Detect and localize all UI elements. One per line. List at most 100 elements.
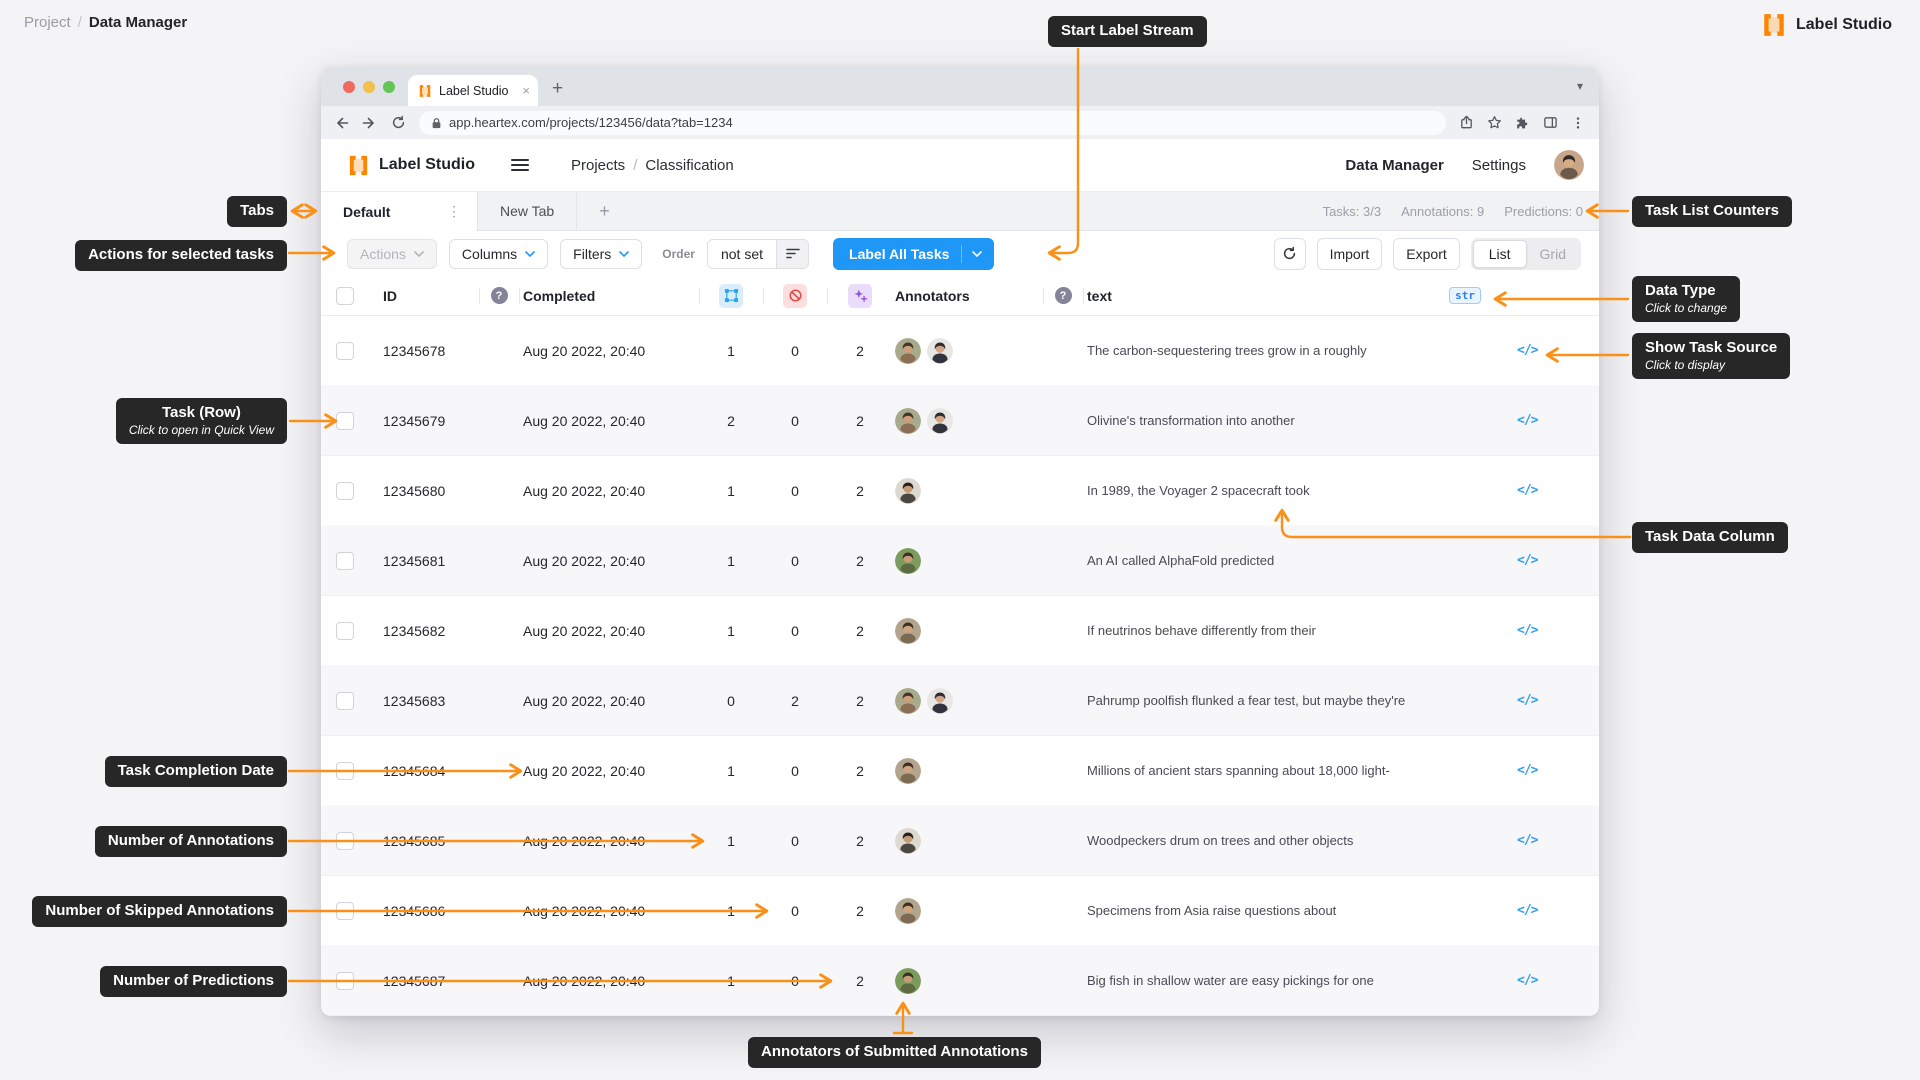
list-view-button[interactable]: List [1472, 239, 1527, 268]
row-checkbox[interactable] [336, 621, 354, 640]
browser-tab[interactable]: Label Studio × [408, 75, 538, 106]
annotator-avatar[interactable] [895, 897, 921, 924]
annotator-avatar[interactable] [895, 337, 921, 364]
annotators-help-icon[interactable]: ? [1054, 287, 1072, 304]
close-window-button[interactable] [343, 81, 355, 93]
show-task-source-icon[interactable]: </> [1517, 413, 1539, 428]
actions-dropdown[interactable]: Actions [347, 238, 437, 269]
show-task-source-icon[interactable]: </> [1517, 553, 1539, 568]
extensions-puzzle-icon[interactable] [1515, 115, 1530, 130]
data-type-badge[interactable]: str [1449, 287, 1481, 304]
side-panel-icon[interactable] [1543, 115, 1558, 130]
annotations-column-icon[interactable] [719, 283, 743, 308]
forward-icon[interactable] [362, 115, 378, 131]
annotator-avatar[interactable] [895, 757, 921, 784]
header-id[interactable]: ID [369, 276, 479, 315]
hamburger-menu-icon[interactable] [511, 158, 529, 172]
export-button[interactable]: Export [1393, 237, 1460, 270]
show-task-source-icon[interactable]: </> [1517, 343, 1539, 358]
table-row[interactable]: 12345687 Aug 20 2022, 20:40 1 0 2 Big fi… [321, 946, 1599, 1016]
back-icon[interactable] [333, 115, 349, 131]
import-button[interactable]: Import [1316, 237, 1383, 270]
row-checkbox[interactable] [336, 341, 354, 360]
columns-dropdown[interactable]: Columns [448, 238, 549, 269]
annotator-avatar[interactable] [927, 337, 953, 364]
show-task-source-icon[interactable]: </> [1517, 973, 1539, 988]
annotator-avatar[interactable] [895, 477, 921, 504]
row-checkbox[interactable] [336, 831, 354, 850]
order-label: Order [662, 246, 695, 261]
zoom-window-button[interactable] [383, 81, 395, 93]
annotator-avatar[interactable] [895, 687, 921, 714]
tab-search-chevron-icon[interactable]: ▾ [1577, 79, 1583, 93]
table-row[interactable]: 12345681 Aug 20 2022, 20:40 1 0 2 An AI … [321, 526, 1599, 596]
row-checkbox[interactable] [336, 901, 354, 920]
browser-menu-kebab-icon[interactable] [1571, 116, 1585, 130]
share-icon[interactable] [1459, 115, 1474, 130]
tab-options-kebab-icon[interactable]: ⋮ [447, 203, 461, 220]
data-manager-link[interactable]: Data Manager [1345, 157, 1443, 174]
table-row[interactable]: 12345684 Aug 20 2022, 20:40 1 0 2 Millio… [321, 736, 1599, 806]
bookmark-star-icon[interactable] [1487, 115, 1502, 130]
label-all-tasks-button[interactable]: Label All Tasks [833, 237, 995, 270]
show-task-source-icon[interactable]: </> [1517, 833, 1539, 848]
header-annotators[interactable]: Annotators [893, 276, 1043, 315]
breadcrumb-project[interactable]: Project [24, 14, 71, 31]
add-tab-icon[interactable]: + [577, 192, 632, 230]
table-row[interactable]: 12345686 Aug 20 2022, 20:40 1 0 2 Specim… [321, 876, 1599, 946]
filters-dropdown[interactable]: Filters [560, 238, 643, 269]
table-row[interactable]: 12345678 Aug 20 2022, 20:40 1 0 2 The ca… [321, 316, 1599, 386]
tab-default[interactable]: Default ⋮ [321, 192, 478, 231]
annotator-avatar[interactable] [895, 547, 921, 574]
annotator-avatar[interactable] [927, 407, 953, 434]
row-checkbox[interactable] [336, 761, 354, 780]
app-logo-icon[interactable] [347, 154, 370, 177]
row-checkbox[interactable] [336, 691, 354, 710]
annotators-cell [893, 897, 1043, 924]
table-row[interactable]: 12345682 Aug 20 2022, 20:40 1 0 2 If neu… [321, 596, 1599, 666]
tab-new-tab[interactable]: New Tab [478, 192, 578, 230]
new-tab-icon[interactable]: + [552, 79, 563, 98]
skipped-column-icon[interactable] [783, 283, 807, 308]
grid-view-button[interactable]: Grid [1527, 246, 1579, 262]
table-row[interactable]: 12345680 Aug 20 2022, 20:40 1 0 2 In 198… [321, 456, 1599, 526]
close-tab-icon[interactable]: × [522, 83, 530, 98]
annotator-avatar[interactable] [895, 967, 921, 994]
row-checkbox[interactable] [336, 971, 354, 990]
settings-link[interactable]: Settings [1472, 157, 1526, 174]
annotators-cell [893, 687, 1043, 714]
show-task-source-icon[interactable]: </> [1517, 763, 1539, 778]
table-row[interactable]: 12345683 Aug 20 2022, 20:40 0 2 2 Pahrum… [321, 666, 1599, 736]
user-avatar[interactable] [1554, 150, 1584, 180]
annotator-avatar[interactable] [895, 617, 921, 644]
callout-number-of-predictions: Number of Predictions [100, 966, 287, 997]
select-all-checkbox[interactable] [336, 286, 354, 305]
show-task-source-icon[interactable]: </> [1517, 623, 1539, 638]
annotator-avatar[interactable] [895, 827, 921, 854]
show-task-source-icon[interactable]: </> [1517, 903, 1539, 918]
header-completed[interactable]: Completed [519, 276, 699, 315]
annotator-avatar[interactable] [927, 687, 953, 714]
table-row[interactable]: 12345679 Aug 20 2022, 20:40 2 0 2 Olivin… [321, 386, 1599, 456]
header-text[interactable]: text str [1083, 276, 1509, 315]
tasks-counter: Tasks: 3/3 [1322, 203, 1382, 219]
predictions-column-icon[interactable] [848, 283, 872, 308]
refresh-button[interactable] [1273, 237, 1306, 270]
task-completed-date: Aug 20 2022, 20:40 [523, 832, 646, 849]
nav-projects-link[interactable]: Projects [571, 157, 625, 174]
row-checkbox[interactable] [336, 551, 354, 570]
chevron-down-icon[interactable] [972, 250, 994, 257]
sort-direction-icon[interactable] [776, 239, 809, 268]
show-task-source-icon[interactable]: </> [1517, 483, 1539, 498]
row-checkbox[interactable] [336, 481, 354, 500]
row-checkbox[interactable] [336, 411, 354, 430]
address-bar[interactable]: app.heartex.com/projects/123456/data?tab… [419, 110, 1446, 135]
minimize-window-button[interactable] [363, 81, 375, 93]
reload-icon[interactable] [391, 115, 406, 130]
annotator-avatar[interactable] [895, 407, 921, 434]
id-help-icon[interactable]: ? [490, 287, 508, 304]
show-task-source-icon[interactable]: </> [1517, 693, 1539, 708]
order-value[interactable]: not set [707, 239, 777, 268]
order-control[interactable]: not set [706, 238, 810, 269]
table-row[interactable]: 12345685 Aug 20 2022, 20:40 1 0 2 Woodpe… [321, 806, 1599, 876]
